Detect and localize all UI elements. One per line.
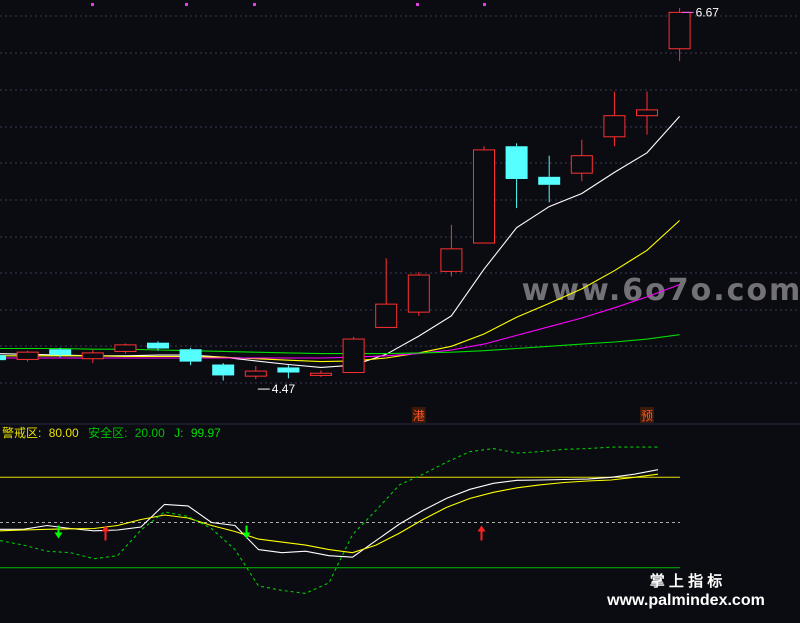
indicator-legend: 警戒区: 80.00 安全区: 20.00 J: 99.97	[2, 425, 221, 440]
moving-averages	[0, 116, 681, 368]
candle-body	[505, 146, 528, 179]
ma-line-2	[0, 220, 680, 363]
candle	[16, 350, 39, 362]
candle-body	[114, 344, 137, 352]
buy-arrow-icon	[477, 525, 486, 541]
annotation-label: 4.47	[272, 382, 296, 396]
arrow-head	[54, 532, 63, 539]
candle-body	[473, 149, 495, 244]
legend-safe-label: 安全区:	[88, 425, 127, 440]
candlesticks	[0, 8, 691, 381]
annotation-label: 6.67	[696, 5, 720, 19]
candle	[310, 370, 332, 377]
candle	[440, 224, 463, 277]
candle	[212, 363, 235, 381]
candle	[636, 91, 658, 135]
ma-line-1	[0, 116, 681, 368]
candle	[342, 336, 365, 374]
candle-body	[212, 364, 235, 376]
candle-body	[49, 349, 72, 356]
candle-body	[375, 303, 398, 328]
candle-body	[570, 155, 593, 174]
candle-body	[440, 248, 463, 272]
candle	[407, 272, 430, 316]
candle	[277, 365, 300, 379]
candle-body	[636, 109, 658, 117]
top-marker	[253, 3, 256, 6]
price-watermark: www.6o7o.com	[522, 273, 800, 308]
candle	[179, 347, 202, 366]
candle-body	[407, 274, 430, 313]
candle	[244, 365, 267, 380]
candle	[505, 143, 528, 209]
ma-line-4	[0, 334, 680, 355]
candle-body	[0, 355, 6, 361]
candle	[570, 139, 593, 182]
candle-body	[668, 11, 691, 50]
indicator-line-j	[0, 446, 658, 594]
legend-j-value: 99.97	[191, 426, 221, 440]
candle-body	[538, 176, 561, 185]
candle-body	[244, 370, 267, 377]
candle-body	[179, 349, 202, 362]
candle	[81, 349, 104, 364]
svg-text:警戒区: 80.00 安全区:: 警戒区: 80.00 安全区: 20.00 J: 99.97	[2, 425, 221, 440]
tag-label: 港	[413, 409, 425, 423]
top-marker	[91, 3, 94, 6]
legend-warn-value: 80.00	[49, 426, 79, 440]
indicator-signals	[54, 525, 486, 541]
top-marker	[185, 3, 188, 6]
legend-warn-label: 警戒区:	[2, 425, 41, 440]
legend-safe-value: 20.00	[135, 426, 165, 440]
candle-body	[81, 352, 104, 360]
arrow-head	[477, 525, 486, 532]
indicator-line-d	[0, 473, 659, 554]
candle-body	[277, 367, 300, 373]
candle-body	[16, 351, 39, 360]
tag-label: 预	[641, 409, 653, 423]
candle	[473, 146, 495, 244]
indicator-hlines	[0, 476, 680, 569]
candle-body	[603, 115, 626, 138]
indicator-watermark: 掌 上 指 标 www.palmindex.com	[606, 572, 765, 609]
candle	[114, 343, 137, 354]
price-watermark-text: www.6o7o.com	[522, 273, 800, 308]
indicator-watermark-url: www.palmindex.com	[606, 592, 765, 609]
legend-j-label: J:	[174, 426, 183, 440]
indicator-watermark-title: 掌 上 指 标	[650, 572, 723, 590]
chart-canvas: www.6o7o.com 6.674.47 港预 警戒区: 80.00 安全区:…	[0, 3, 800, 609]
candle-body	[147, 342, 169, 349]
price-tags: 港预	[411, 407, 654, 423]
candle-body	[310, 372, 332, 376]
top-marker	[416, 3, 419, 6]
indicator-lines	[0, 446, 659, 594]
candle	[375, 258, 398, 329]
arrow-head	[242, 532, 251, 539]
candle	[603, 91, 626, 147]
top-marker	[483, 3, 486, 6]
candle-body	[342, 338, 365, 374]
